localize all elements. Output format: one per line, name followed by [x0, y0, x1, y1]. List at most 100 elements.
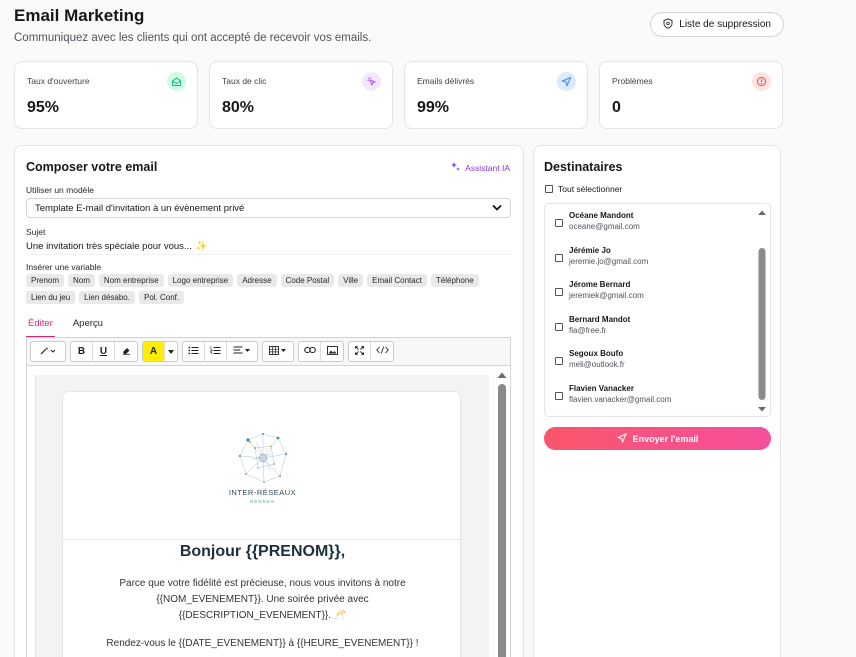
toolbar-group-color: A: [142, 341, 178, 362]
variable-chip-lien-jeu[interactable]: Lien du jeu: [26, 291, 76, 304]
recipient-list-scrollbar[interactable]: [757, 208, 767, 414]
composer-title: Composer votre email: [26, 160, 158, 174]
company-logo: [228, 428, 298, 488]
subject-input[interactable]: Une invitation très spéciale pour vous..…: [26, 238, 511, 255]
image-button[interactable]: [321, 342, 343, 361]
recipient-email: jeremie.jo@gmail.com: [569, 257, 649, 266]
recipient-checkbox[interactable]: [555, 357, 563, 365]
stat-value: 80%: [222, 99, 255, 116]
text-color-icon: A: [149, 346, 158, 357]
magic-wand-button[interactable]: [31, 342, 65, 361]
table-button[interactable]: [263, 342, 293, 361]
envelope-open-icon: [167, 72, 186, 91]
variable-chip-adresse[interactable]: Adresse: [237, 274, 277, 287]
list-item[interactable]: Océane Mandont oceane@gmail.com: [555, 211, 640, 231]
email-paragraph-date: Rendez-vous le {{DATE_EVENEMENT}} à {{HE…: [106, 638, 419, 649]
code-icon: [375, 346, 389, 357]
variable-chip-logo-entreprise[interactable]: Logo entreprise: [167, 274, 234, 287]
fullscreen-icon: [355, 345, 364, 358]
recipient-checkbox[interactable]: [555, 288, 563, 296]
toolbar-group-insert: [298, 341, 344, 362]
bullet-list-button[interactable]: [183, 342, 205, 361]
underline-icon: U: [99, 346, 108, 357]
tab-apercu[interactable]: Aperçu: [71, 317, 105, 338]
subject-value: Une invitation très spéciale pour vous..…: [26, 240, 192, 252]
stat-card-problems: Problèmes 0: [599, 61, 783, 129]
logo-name: INTER-RÉSEAUX: [228, 488, 297, 497]
variable-chip-nom-entreprise[interactable]: Nom entreprise: [98, 274, 164, 287]
logo-subtitle: RENNES: [250, 499, 275, 504]
recipient-checkbox[interactable]: [555, 219, 563, 227]
link-button[interactable]: [299, 342, 321, 361]
numbered-list-button[interactable]: [205, 342, 227, 361]
select-all-label: Tout sélectionner: [558, 184, 623, 194]
stat-value: 0: [612, 99, 621, 116]
align-dropdown-button[interactable]: [227, 342, 257, 361]
list-item[interactable]: Jérome Bernard jeremiek@gmail.com: [555, 280, 644, 300]
recipient-checkbox[interactable]: [555, 323, 563, 331]
list-item[interactable]: Bernard Mandot fla@free.fr: [555, 315, 630, 335]
select-all[interactable]: Tout sélectionner: [545, 184, 622, 194]
send-icon: [616, 432, 627, 445]
align-left-icon: [233, 346, 251, 358]
bold-icon: B: [77, 346, 86, 357]
text-color-button[interactable]: A: [143, 342, 165, 361]
recipient-email: fla@free.fr: [569, 326, 607, 335]
list-item[interactable]: Flavien Vanacker flavien.vanacker@gmail.…: [555, 384, 671, 404]
recipients-panel: Destinataires Tout sélectionner Océane M…: [533, 145, 781, 657]
cursor-click-icon: [362, 72, 381, 91]
suppression-list-button[interactable]: Liste de suppression: [650, 12, 784, 37]
toolbar-group-format: B U: [70, 341, 138, 362]
select-all-checkbox[interactable]: [545, 185, 553, 193]
template-select[interactable]: Template E-mail d'invitation à un évènem…: [26, 198, 511, 218]
image-icon: [326, 345, 338, 358]
stat-label: Problèmes: [612, 76, 653, 86]
variable-chip-email-contact[interactable]: Email Contact: [367, 274, 427, 287]
recipient-checkbox[interactable]: [555, 392, 563, 400]
variable-chip-pol-conf[interactable]: Pol. Conf.: [138, 291, 185, 304]
toolbar-group-view: [348, 341, 394, 362]
bullet-list-icon: [188, 346, 199, 358]
toolbar-group-magic: [30, 341, 66, 362]
chevron-down-icon: [492, 203, 502, 214]
variable-chip-code-postal[interactable]: Code Postal: [280, 274, 335, 287]
send-icon: [557, 72, 576, 91]
tab-editer[interactable]: Éditer: [26, 317, 55, 338]
list-item[interactable]: Jérémie Jo jeremie.jo@gmail.com: [555, 246, 648, 266]
suppression-list-label: Liste de suppression: [679, 19, 771, 30]
list-item[interactable]: Segoux Boufo meli@outlook.fr: [555, 349, 625, 369]
page-header: Email Marketing Communiquez avec les cli…: [14, 6, 784, 44]
code-view-button[interactable]: [371, 342, 393, 361]
variable-chip-nom[interactable]: Nom: [68, 274, 95, 287]
stat-value: 99%: [417, 99, 450, 116]
ai-assistant-button[interactable]: Assistant IA: [450, 161, 510, 174]
stat-card-open-rate: Taux d'ouverture 95%: [14, 61, 198, 129]
editor-toolbar: B U A: [27, 338, 510, 366]
variable-chip-prenom[interactable]: Prenom: [26, 274, 65, 287]
bold-button[interactable]: B: [71, 342, 93, 361]
recipient-name: Jérome Bernard: [569, 280, 631, 289]
email-canvas[interactable]: INTER-RÉSEAUX RENNES Bonjour {{PRENOM}},…: [35, 375, 489, 657]
editor-scrollbar[interactable]: [496, 370, 508, 657]
underline-button[interactable]: U: [93, 342, 115, 361]
stats-row: Taux d'ouverture 95% Taux de clic 80% Em…: [14, 61, 783, 129]
variable-chip-lien-desabo[interactable]: Lien désabo.: [79, 291, 135, 304]
eraser-button[interactable]: [115, 342, 137, 361]
stat-card-click-rate: Taux de clic 80%: [209, 61, 393, 129]
variable-chip-telephone[interactable]: Téléphone: [430, 274, 479, 287]
template-select-value: Template E-mail d'invitation à un évènem…: [35, 202, 245, 214]
sparkles-icon: [450, 161, 461, 174]
variable-chip-ville[interactable]: Ville: [338, 274, 364, 287]
ai-assistant-label: Assistant IA: [465, 162, 510, 173]
stat-value: 95%: [27, 99, 60, 116]
send-email-button[interactable]: Envoyer l'email: [544, 427, 771, 450]
recipient-checkbox[interactable]: [555, 254, 563, 262]
stat-label: Taux d'ouverture: [27, 76, 90, 86]
toolbar-group-lists: [182, 341, 258, 362]
recipient-list: Océane Mandont oceane@gmail.com Jérémie …: [544, 203, 771, 417]
fullscreen-button[interactable]: [349, 342, 371, 361]
subject-label: Sujet: [26, 227, 46, 237]
table-icon: [269, 345, 287, 358]
color-dropdown-button[interactable]: [165, 342, 177, 361]
magic-wand-icon: [40, 346, 56, 358]
